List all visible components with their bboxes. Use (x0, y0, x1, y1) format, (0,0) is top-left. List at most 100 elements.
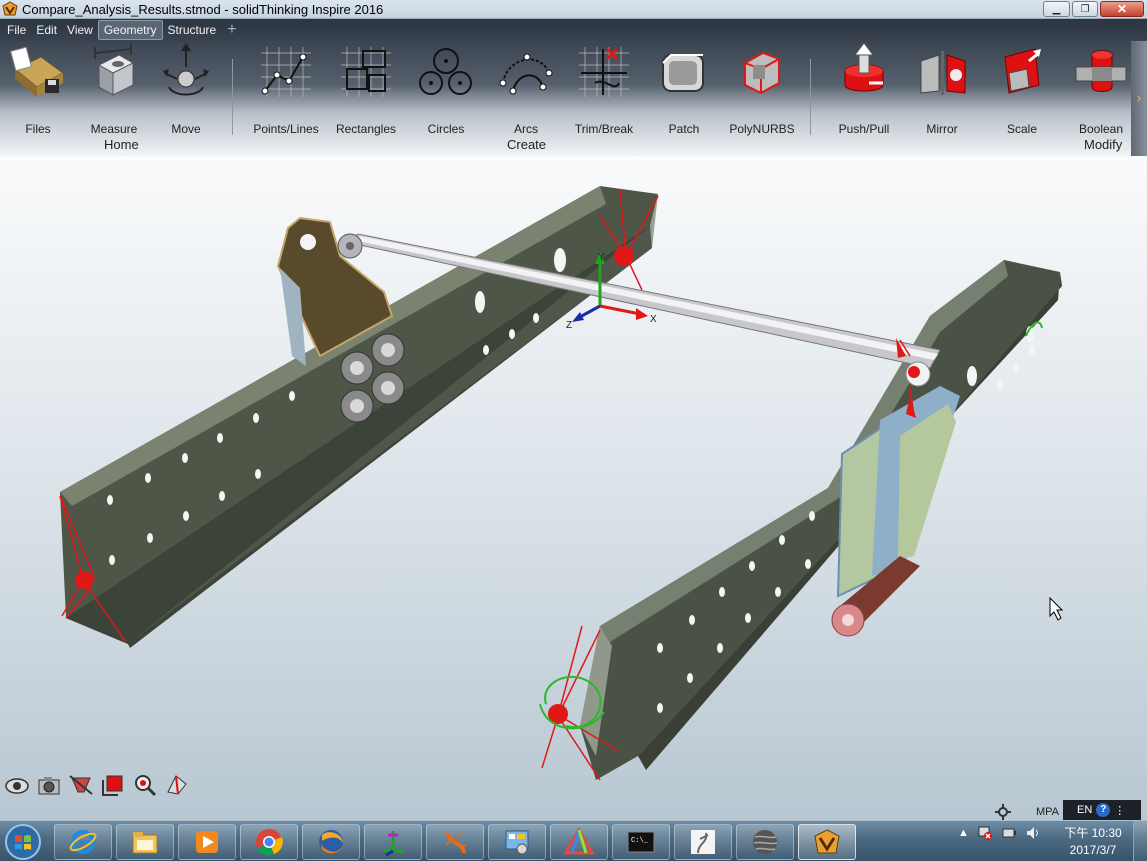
rectangles-label: Rectangles (335, 122, 397, 136)
network-error-icon[interactable] (977, 825, 993, 841)
circles-icon (419, 48, 472, 95)
patch-tool[interactable]: Patch (646, 43, 722, 143)
language-indicator[interactable]: EN (1077, 804, 1092, 816)
axis-z-label: Z (566, 320, 572, 331)
mirror-tool[interactable]: Mirror (904, 43, 980, 143)
patch-icon (662, 54, 704, 92)
move-tool[interactable]: Move (148, 43, 224, 143)
window-title: Compare_Analysis_Results.stmod - solidTh… (22, 1, 384, 17)
language-bar[interactable]: EN ? ⋮ (1063, 800, 1141, 820)
push-pull-tool[interactable]: Push/Pull (826, 43, 902, 143)
close-button[interactable]: ✕ (1100, 1, 1144, 17)
system-tray: ▲ (958, 825, 1041, 841)
taskbar-clock[interactable]: 下午 10:30 2017/3/7 (1060, 825, 1126, 859)
modeling-viewport[interactable]: Y X Z MPA EN ? ⋮ (0, 156, 1147, 820)
taskbar-coordinate-app[interactable] (364, 824, 422, 860)
view-toolbar (4, 772, 190, 798)
mirror-icon (920, 51, 966, 95)
inspire-app-icon (814, 829, 840, 854)
taskbar-command-prompt[interactable]: C:\_ (612, 824, 670, 860)
scale-tool[interactable]: Scale (984, 43, 1060, 143)
chrome-icon (256, 829, 283, 856)
arcs-label: Arcs (514, 122, 538, 136)
tray-expand-button[interactable]: ▲ (958, 827, 969, 839)
modify-group-label: Modify (1084, 137, 1123, 152)
push-pull-icon (844, 43, 884, 92)
ribbon-scroll-right-button[interactable]: › (1131, 41, 1147, 156)
taskbar-internet-explorer[interactable] (54, 824, 112, 860)
menu-file[interactable]: File (2, 21, 31, 39)
taskbar-triangle-app[interactable] (550, 824, 608, 860)
battery-icon[interactable] (1001, 825, 1017, 841)
trim-break-label: Trim/Break (574, 122, 634, 136)
axis-x-label: X (650, 314, 657, 325)
language-menu-icon[interactable]: ⋮ (1114, 804, 1125, 817)
measure-tool[interactable]: Measure (76, 43, 152, 143)
model-scene[interactable]: Y X Z (0, 156, 1147, 820)
circles-tool[interactable]: Circles (408, 43, 484, 143)
rectangles-tool[interactable]: Rectangles (328, 43, 404, 143)
box-select-icon[interactable] (100, 772, 126, 798)
taskbar-control-panel[interactable] (488, 824, 546, 860)
media-player-icon (196, 831, 218, 853)
push-pull-label: Push/Pull (838, 122, 890, 136)
eye-icon[interactable] (4, 772, 30, 798)
sphere-app-icon (753, 830, 778, 854)
clock-date: 2017/3/7 (1069, 843, 1117, 857)
taskbar-inspire-app[interactable] (798, 824, 856, 860)
scale-icon (1004, 48, 1041, 94)
axis-y-label: Y (598, 252, 605, 263)
arcs-icon (499, 53, 553, 95)
circles-label: Circles (427, 122, 465, 136)
home-group-label: Home (104, 137, 139, 152)
inspire-window: Compare_Analysis_Results.stmod - solidTh… (0, 0, 1147, 861)
file-explorer-icon (132, 832, 158, 854)
snap-settings-icon[interactable] (995, 804, 1011, 820)
add-tab-button[interactable]: + (221, 21, 242, 39)
taskbar-figure-app[interactable] (674, 824, 732, 860)
section-cut-icon[interactable] (68, 772, 94, 798)
polynurbs-tool[interactable]: PolyNURBS (724, 43, 800, 143)
menu-edit[interactable]: Edit (31, 21, 62, 39)
volume-icon[interactable] (1025, 825, 1041, 841)
trim-break-icon (579, 47, 629, 97)
3d-view-icon[interactable] (164, 772, 190, 798)
unit-system-label[interactable]: MPA (1036, 806, 1059, 818)
minimize-button[interactable]: ▁ (1043, 1, 1070, 17)
points-lines-tool[interactable]: Points/Lines (248, 43, 324, 143)
scale-label: Scale (1006, 122, 1038, 136)
taskbar-sphere-app[interactable] (736, 824, 794, 860)
points-lines-label: Points/Lines (253, 122, 319, 136)
inspire-app-icon (2, 1, 18, 16)
taskbar-file-explorer[interactable] (116, 824, 174, 860)
zoom-icon[interactable] (132, 772, 158, 798)
command-prompt-icon: C:\_ (627, 831, 655, 853)
move-icon (163, 43, 209, 96)
move-label: Move (171, 122, 201, 136)
internet-explorer-icon (69, 830, 97, 854)
start-button[interactable] (2, 822, 44, 861)
taskbar-firefox[interactable] (302, 824, 360, 860)
show-desktop-button[interactable] (1133, 821, 1147, 861)
boolean-tool[interactable]: Boolean (1063, 43, 1139, 143)
menu-structure[interactable]: Structure (163, 21, 222, 39)
files-tool[interactable]: Files (0, 43, 76, 143)
arcs-tool[interactable]: Arcs (488, 43, 564, 143)
help-icon[interactable]: ? (1096, 803, 1111, 817)
mouse-cursor (1049, 596, 1064, 621)
camera-icon[interactable] (36, 772, 62, 798)
menu-geometry[interactable]: Geometry (97, 20, 163, 40)
taskbar-lizard-app[interactable] (426, 824, 484, 860)
trim-break-tool[interactable]: Trim/Break (566, 43, 642, 143)
maximize-button[interactable]: ❐ (1072, 1, 1098, 17)
measure-label: Measure (90, 122, 138, 136)
control-panel-icon (505, 830, 529, 855)
menu-view[interactable]: View (62, 21, 98, 39)
taskbar-chrome[interactable] (240, 824, 298, 860)
windows-taskbar: C:\_ ▲ 下午 10:30 2017/3/7 (0, 820, 1147, 861)
taskbar-media-player[interactable] (178, 824, 236, 860)
measure-icon (94, 43, 135, 96)
coordinate-app-icon (383, 831, 404, 857)
triangle-app-icon (564, 827, 594, 855)
menu-bar: File Edit View Geometry Structure + (0, 19, 1147, 41)
